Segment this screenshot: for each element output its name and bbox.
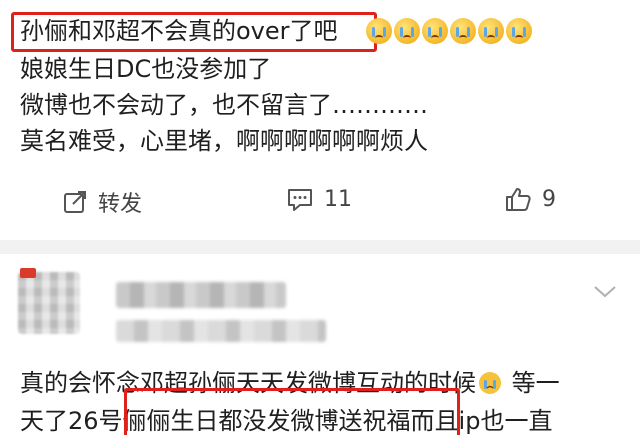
- crying-emoji-icon: [506, 18, 532, 44]
- weibo-post: 孙俪和邓超不会真的over了吧 娘娘生日DC也没参加了 微博也不会动了，也不留言…: [0, 0, 640, 240]
- post-text-line-3: 微博也不会动了，也不留言了…………: [20, 91, 428, 119]
- like-button[interactable]: 9: [504, 186, 556, 212]
- crying-emoji-icon: [450, 18, 476, 44]
- crying-emoji-icon: [366, 18, 392, 44]
- crying-emoji-icon: [478, 18, 504, 44]
- like-count: 9: [542, 186, 556, 212]
- comment-button[interactable]: 11: [286, 186, 352, 212]
- comment-meta-blurred: [116, 320, 326, 342]
- chevron-down-icon[interactable]: [592, 284, 618, 304]
- post-text-line-4: 莫名难受，心里堵，啊啊啊啊啊啊烦人: [20, 127, 428, 155]
- username-blurred[interactable]: [116, 282, 286, 308]
- crying-emoji-icon: [478, 370, 502, 394]
- comment-line-2-a: 天了26号: [20, 407, 123, 435]
- repost-button[interactable]: 转发: [62, 186, 142, 218]
- comment-count: 11: [324, 186, 352, 212]
- feed-divider: [0, 240, 640, 254]
- thumbs-up-icon: [504, 186, 532, 212]
- highlight-box-comment: [124, 388, 460, 435]
- avatar[interactable]: [18, 272, 80, 334]
- emoji-row: [366, 18, 532, 44]
- repost-label: 转发: [98, 192, 143, 217]
- avatar-badge-icon: [20, 268, 36, 278]
- highlight-box-title: [11, 12, 377, 52]
- crying-emoji-icon: [422, 18, 448, 44]
- repost-icon: [62, 189, 88, 215]
- post-text-line-2: 娘娘生日DC也没参加了: [20, 55, 272, 83]
- post-action-bar: 转发 11 9: [0, 186, 640, 228]
- comment-line-1-b: 等一: [511, 369, 560, 397]
- crying-emoji-icon: [394, 18, 420, 44]
- comment-icon: [286, 186, 314, 212]
